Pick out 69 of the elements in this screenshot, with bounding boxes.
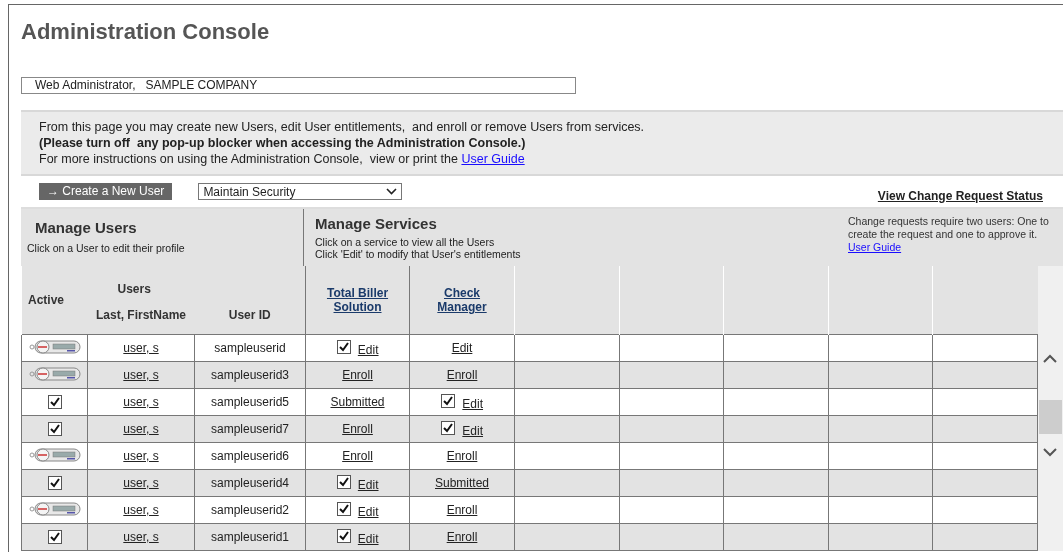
user-name-link[interactable]: user, s bbox=[123, 530, 159, 544]
create-user-button[interactable]: → Create a New User bbox=[39, 183, 173, 200]
scrollbar[interactable] bbox=[1038, 266, 1063, 551]
service-link[interactable]: Edit bbox=[357, 478, 379, 492]
user-id: sampleuserid4 bbox=[211, 476, 290, 490]
security-token-icon bbox=[28, 447, 81, 462]
user-name-link[interactable]: user, s bbox=[123, 503, 159, 517]
service-checkbox[interactable] bbox=[441, 393, 455, 408]
security-token-icon bbox=[28, 501, 81, 516]
manage-services-hint: Click 'Edit' to modify that User's entitlements bbox=[315, 248, 522, 260]
security-token-icon bbox=[28, 366, 81, 381]
service-checkbox[interactable] bbox=[441, 420, 455, 435]
user-id: sampleuserid5 bbox=[211, 395, 290, 409]
user-name-link[interactable]: user, s bbox=[123, 341, 159, 355]
active-checkbox[interactable] bbox=[47, 530, 62, 545]
user-id: sampleuserid3 bbox=[211, 368, 290, 382]
page-title: Administration Console bbox=[21, 18, 271, 46]
user-id: sampleuserid7 bbox=[211, 422, 290, 436]
service-link[interactable]: Enroll bbox=[342, 449, 373, 463]
service-checkbox[interactable] bbox=[336, 501, 351, 516]
change-request-status-link[interactable]: View Change Request Status bbox=[877, 188, 1043, 203]
user-name-link[interactable]: user, s bbox=[123, 368, 159, 382]
service-link[interactable]: Enroll bbox=[342, 368, 373, 382]
user-id: sampleuserid bbox=[214, 341, 286, 355]
change-request-note: Change requests require two users: One to create the request and one to approve it. User Guide bbox=[848, 215, 1049, 253]
info-text: For more instructions on using the Administration Console, view or print the User Guide bbox=[39, 152, 525, 166]
scroll-down-icon bbox=[1043, 448, 1058, 457]
service-checkbox[interactable] bbox=[336, 528, 351, 543]
column-header: Users bbox=[117, 282, 151, 296]
info-warning: (Please turn off any pop-up blocker when accessing the Administration Console.) bbox=[39, 136, 526, 150]
user-id: sampleuserid6 bbox=[211, 449, 290, 463]
user-id: sampleuserid2 bbox=[211, 503, 290, 517]
service-link[interactable]: Enroll bbox=[446, 503, 478, 517]
admin-field: Web Administrator, SAMPLE COMPANY bbox=[21, 77, 576, 94]
scroll-thumb[interactable] bbox=[1039, 400, 1062, 434]
active-checkbox[interactable] bbox=[47, 476, 62, 491]
service-link[interactable]: Edit bbox=[357, 505, 379, 519]
service-link[interactable]: Edit bbox=[357, 532, 379, 546]
active-checkbox[interactable] bbox=[47, 422, 62, 437]
service-checkbox[interactable] bbox=[336, 474, 351, 489]
service-link[interactable]: Edit bbox=[462, 397, 484, 411]
user-id: sampleuserid1 bbox=[211, 530, 290, 544]
service-checkbox[interactable] bbox=[336, 339, 351, 354]
service-link[interactable]: Edit bbox=[451, 341, 473, 355]
info-text: From this page you may create new Users, edit User entitlements, and enroll or remove Users from services. bbox=[39, 120, 645, 134]
service-link[interactable]: Enroll bbox=[342, 422, 373, 436]
service-link[interactable]: Enroll bbox=[446, 368, 478, 382]
chevron-icon bbox=[386, 188, 398, 195]
user-name-link[interactable]: user, s bbox=[123, 449, 159, 463]
service-link[interactable]: Enroll bbox=[446, 449, 478, 463]
manage-users-title: Manage Users bbox=[35, 219, 138, 236]
user-name-link[interactable]: user, s bbox=[123, 395, 159, 409]
column-header: Last, FirstName bbox=[96, 308, 186, 322]
manage-services-hint: Click on a service to view all the Users bbox=[315, 236, 496, 248]
user-name-link[interactable]: user, s bbox=[123, 422, 159, 436]
service-link[interactable]: Enroll bbox=[446, 530, 478, 544]
security-token-icon bbox=[28, 339, 81, 354]
service-link[interactable]: Edit bbox=[462, 424, 484, 438]
column-header: Active bbox=[28, 293, 65, 307]
service-link[interactable]: Edit bbox=[357, 343, 379, 357]
scroll-up-icon bbox=[1043, 354, 1058, 363]
user-guide-link[interactable]: User Guide bbox=[848, 241, 902, 253]
manage-services-title: Manage Services bbox=[315, 215, 438, 232]
user-guide-link[interactable]: User Guide bbox=[461, 152, 525, 166]
manage-users-hint: Click on a User to edit their profile bbox=[27, 242, 186, 254]
security-select[interactable]: Maintain Security bbox=[198, 183, 403, 200]
user-name-link[interactable]: user, s bbox=[123, 476, 159, 490]
column-header: User ID bbox=[228, 308, 271, 322]
active-checkbox[interactable] bbox=[47, 395, 62, 410]
